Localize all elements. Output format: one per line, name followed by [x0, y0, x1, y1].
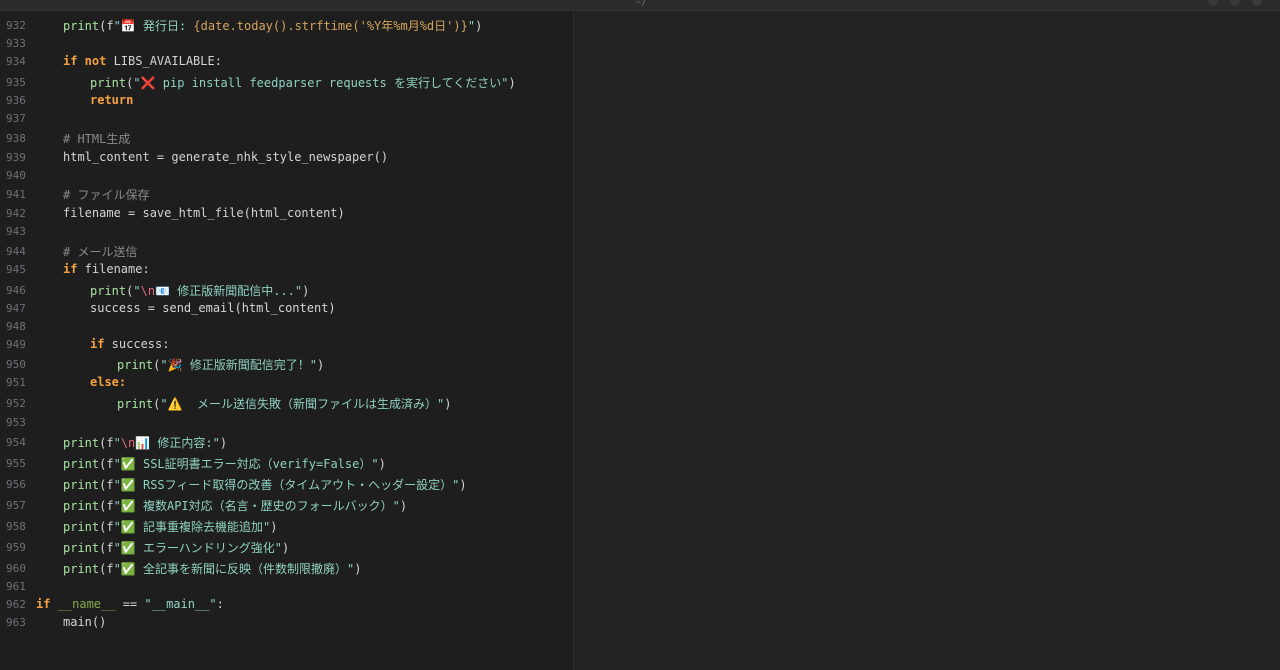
line-number: 961	[6, 579, 26, 593]
code-text: else:	[90, 375, 127, 389]
line-number: 957	[6, 498, 26, 512]
code-text: # HTML生成	[63, 131, 131, 146]
code-text: print(f"✅ エラーハンドリング強化")	[63, 540, 290, 555]
code-text: # メール送信	[63, 244, 138, 259]
code-line: 954 print(f"\n📊 修正内容:")	[0, 433, 573, 451]
code-line: 947 success = send_email(html_content)	[0, 299, 573, 317]
code-text: print("❌ pip install feedparser requests…	[90, 75, 516, 90]
line-number: 947	[6, 301, 26, 315]
line-number: 936	[6, 93, 26, 107]
code-line: 936 return	[0, 91, 573, 109]
window-titlebar: ~/	[0, 0, 1280, 11]
code-line: 945 if filename:	[0, 260, 573, 278]
line-number: 939	[6, 150, 26, 164]
code-line: 934 if not LIBS_AVAILABLE:	[0, 52, 573, 70]
line-number: 949	[6, 337, 26, 351]
code-line: 948	[0, 317, 573, 335]
line-number: 945	[6, 262, 26, 276]
code-text: print("⚠️ メール送信失敗（新聞ファイルは生成済み）")	[117, 396, 452, 411]
code-line: 960 print(f"✅ 全記事を新聞に反映（件数制限撤廃）")	[0, 559, 573, 577]
code-line: 951 else:	[0, 373, 573, 391]
code-line: 963 main()	[0, 613, 573, 631]
line-number: 932	[6, 18, 26, 32]
code-line: 933	[0, 34, 573, 52]
code-line: 950 print("🎉 修正版新聞配信完了！")	[0, 355, 573, 373]
code-text: if filename:	[63, 262, 150, 276]
line-number: 933	[6, 36, 26, 50]
line-number: 953	[6, 415, 26, 429]
code-line: 932 print(f"📅 発行日: {date.today().strftim…	[0, 16, 573, 34]
close-button[interactable]	[1252, 0, 1262, 6]
code-text: print(f"✅ 全記事を新聞に反映（件数制限撤廃）")	[63, 561, 362, 576]
line-number: 952	[6, 396, 26, 410]
window-title: ~/	[636, 0, 647, 8]
line-number: 956	[6, 477, 26, 491]
code-text: # ファイル保存	[63, 187, 150, 202]
line-number: 942	[6, 206, 26, 220]
code-text: html_content = generate_nhk_style_newspa…	[63, 150, 389, 164]
line-number: 962	[6, 597, 26, 611]
line-number: 944	[6, 244, 26, 258]
code-editor[interactable]: 932 print(f"📅 発行日: {date.today().strftim…	[0, 11, 573, 670]
code-line: 952 print("⚠️ メール送信失敗（新聞ファイルは生成済み）")	[0, 394, 573, 412]
line-number: 946	[6, 283, 26, 297]
code-line: 940	[0, 166, 573, 184]
code-line: 944 # メール送信	[0, 242, 573, 260]
code-line: 961	[0, 577, 573, 595]
window-controls	[1208, 0, 1262, 6]
code-line: 957 print(f"✅ 複数API対応（名言・歴史のフォールバック）")	[0, 496, 573, 514]
code-line: 956 print(f"✅ RSSフィード取得の改善（タイムアウト・ヘッダー設定…	[0, 475, 573, 493]
code-text: return	[90, 93, 134, 107]
code-line: 943	[0, 222, 573, 240]
code-line: 955 print(f"✅ SSL証明書エラー対応（verify=False）"…	[0, 454, 573, 472]
code-text: if __name__ == "__main__":	[36, 597, 224, 611]
code-text: filename = save_html_file(html_content)	[63, 206, 345, 220]
code-line: 941 # ファイル保存	[0, 185, 573, 203]
code-line: 935 print("❌ pip install feedparser requ…	[0, 73, 573, 91]
line-number: 938	[6, 131, 26, 145]
line-number: 935	[6, 75, 26, 89]
code-text: print(f"\n📊 修正内容:")	[63, 435, 228, 450]
line-number: 951	[6, 375, 26, 389]
code-text: success = send_email(html_content)	[90, 301, 336, 315]
code-line: 946 print("\n📧 修正版新聞配信中...")	[0, 281, 573, 299]
code-text: print("🎉 修正版新聞配信完了！")	[117, 357, 325, 372]
code-text: main()	[63, 615, 107, 629]
line-number: 963	[6, 615, 26, 629]
code-line: 958 print(f"✅ 記事重複除去機能追加")	[0, 517, 573, 535]
maximize-button[interactable]	[1230, 0, 1240, 6]
code-line: 937	[0, 109, 573, 127]
code-line: 942 filename = save_html_file(html_conte…	[0, 204, 573, 222]
line-number: 954	[6, 435, 26, 449]
code-line: 962 if __name__ == "__main__":	[0, 595, 573, 613]
code-text: print(f"✅ RSSフィード取得の改善（タイムアウト・ヘッダー設定）")	[63, 477, 467, 492]
secondary-editor-pane[interactable]	[573, 11, 1280, 670]
line-number: 948	[6, 319, 26, 333]
line-number: 950	[6, 357, 26, 371]
line-number: 934	[6, 54, 26, 68]
code-text: if success:	[90, 337, 170, 351]
code-line: 938 # HTML生成	[0, 129, 573, 147]
line-number: 940	[6, 168, 26, 182]
code-text: print(f"✅ 複数API対応（名言・歴史のフォールバック）")	[63, 498, 408, 513]
line-number: 959	[6, 540, 26, 554]
code-text: print("\n📧 修正版新聞配信中...")	[90, 283, 310, 298]
code-line: 953	[0, 413, 573, 431]
line-number: 937	[6, 111, 26, 125]
code-text: print(f"📅 発行日: {date.today().strftime('%…	[63, 18, 483, 33]
code-text: if not LIBS_AVAILABLE:	[63, 54, 222, 68]
minimize-button[interactable]	[1208, 0, 1218, 6]
code-line: 949 if success:	[0, 335, 573, 353]
code-line: 939 html_content = generate_nhk_style_ne…	[0, 148, 573, 166]
line-number: 960	[6, 561, 26, 575]
line-number: 958	[6, 519, 26, 533]
code-line: 959 print(f"✅ エラーハンドリング強化")	[0, 538, 573, 556]
code-text: print(f"✅ SSL証明書エラー対応（verify=False）")	[63, 456, 386, 471]
line-number: 943	[6, 224, 26, 238]
line-number: 941	[6, 187, 26, 201]
line-number: 955	[6, 456, 26, 470]
code-text: print(f"✅ 記事重複除去機能追加")	[63, 519, 278, 534]
